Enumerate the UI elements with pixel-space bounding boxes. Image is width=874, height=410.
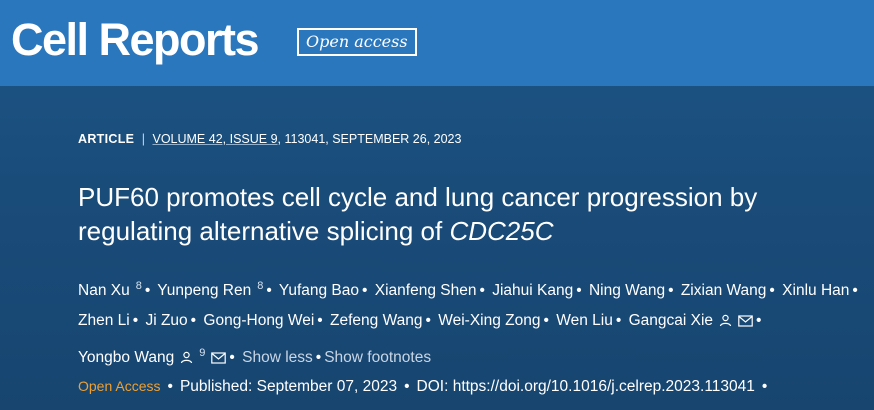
bullet: •: [576, 282, 582, 300]
bullet: •: [425, 312, 431, 330]
author-name[interactable]: Wen Liu: [556, 312, 613, 329]
author-name[interactable]: Zixian Wang: [681, 282, 767, 299]
author-item: Wei-Xing Zong •: [438, 312, 552, 329]
author-name[interactable]: Jiahui Kang: [492, 282, 573, 299]
bullet: •: [229, 349, 235, 367]
author-item: Gangcai Xie •: [629, 312, 765, 329]
bullet: •: [317, 312, 323, 330]
article-meta: ARTICLE | VOLUME 42, ISSUE 9, 113041, SE…: [78, 132, 461, 146]
author-item: Ning Wang •: [589, 282, 677, 299]
author-item: Yufang Bao •: [279, 282, 371, 299]
author-name[interactable]: Yunpeng Ren: [157, 282, 251, 299]
mail-icon[interactable]: [211, 345, 227, 375]
author-name[interactable]: Yufang Bao: [279, 282, 359, 299]
author-name[interactable]: Zhen Li: [78, 312, 130, 329]
author-item: Xinlu Han •: [782, 282, 861, 299]
article-type: ARTICLE: [78, 132, 135, 146]
author-name[interactable]: Zefeng Wang: [330, 312, 422, 329]
author-item: Xianfeng Shen •: [375, 282, 488, 299]
author-item: Yongbo Wang 9 •: [78, 347, 238, 367]
bullet: •: [479, 282, 485, 300]
bullet: •: [756, 312, 762, 330]
person-icon[interactable]: [180, 345, 193, 375]
bullet: •: [543, 312, 549, 330]
author-list: Nan Xu 8 • Yunpeng Ren 8 • Yufang Bao • Xianf…: [78, 271, 868, 375]
bullet: •: [362, 282, 368, 300]
bullet: •: [668, 282, 674, 300]
article-title: PUF60 promotes cell cycle and lung cance…: [78, 180, 838, 248]
published-date: Published: September 07, 2023: [179, 378, 398, 395]
affiliation-mark[interactable]: 8: [257, 280, 263, 292]
author-item: Nan Xu 8 •: [78, 280, 153, 300]
bullet: •: [769, 282, 775, 300]
bullet: •: [132, 312, 139, 330]
bullet: •: [761, 378, 768, 395]
meta-separator: |: [141, 132, 145, 146]
meta-rest: , 113041, SEPTEMBER 26, 2023: [277, 132, 462, 146]
author-item: Jiahui Kang •: [492, 282, 584, 299]
open-access-label: Open Access: [78, 378, 161, 394]
title-italic: CDC25C: [449, 216, 554, 246]
affiliation-mark[interactable]: 8: [136, 280, 142, 292]
top-bar: Cell Reports Open access: [0, 0, 874, 86]
author-name[interactable]: Gong-Hong Wei: [203, 312, 314, 329]
doi-label: DOI:: [416, 378, 453, 395]
article-footer: Open Access • Published: September 07, 202…: [78, 378, 774, 396]
author-name[interactable]: Wei-Xing Zong: [438, 312, 540, 329]
show-less-link[interactable]: Show less: [242, 349, 313, 366]
author-name[interactable]: Xianfeng Shen: [375, 282, 477, 299]
title-main: PUF60 promotes cell cycle and lung cance…: [78, 182, 758, 246]
bullet: •: [144, 282, 151, 300]
author-name[interactable]: Gangcai Xie: [629, 312, 713, 329]
bullet: •: [315, 349, 322, 367]
author-name[interactable]: Ning Wang: [589, 282, 665, 299]
bullet: •: [266, 282, 272, 300]
author-item: Zhen Li •: [78, 312, 141, 329]
author-item: Ji Zuo •: [145, 312, 199, 329]
author-name[interactable]: Yongbo Wang: [78, 349, 174, 366]
doi-link[interactable]: https://doi.org/10.1016/j.celrep.2023.11…: [453, 378, 755, 395]
person-icon[interactable]: [719, 308, 732, 338]
author-item: Zefeng Wang •: [330, 312, 434, 329]
volume-issue-link[interactable]: VOLUME 42, ISSUE 9: [152, 132, 277, 146]
author-item: Zixian Wang •: [681, 282, 778, 299]
bullet: •: [615, 312, 622, 330]
bullet: •: [190, 312, 197, 330]
author-name[interactable]: Ji Zuo: [145, 312, 187, 329]
author-item: Wen Liu •: [556, 312, 624, 329]
author-name[interactable]: Nan Xu: [78, 282, 130, 299]
bullet: •: [167, 378, 173, 395]
mail-icon[interactable]: [738, 308, 753, 338]
author-item: Gong-Hong Wei •: [203, 312, 325, 329]
journal-logo[interactable]: Cell Reports: [11, 12, 260, 68]
bullet: •: [404, 378, 410, 395]
bullet: •: [852, 282, 858, 300]
author-name[interactable]: Xinlu Han: [782, 282, 849, 299]
show-footnotes-link[interactable]: Show footnotes: [324, 349, 431, 366]
open-access-badge[interactable]: Open access: [297, 28, 417, 56]
affiliation-mark[interactable]: 9: [199, 347, 205, 359]
author-item: Yunpeng Ren 8 •: [157, 280, 275, 300]
article-header: Cell Reports Open access ARTICLE | VOLUM…: [0, 0, 874, 410]
